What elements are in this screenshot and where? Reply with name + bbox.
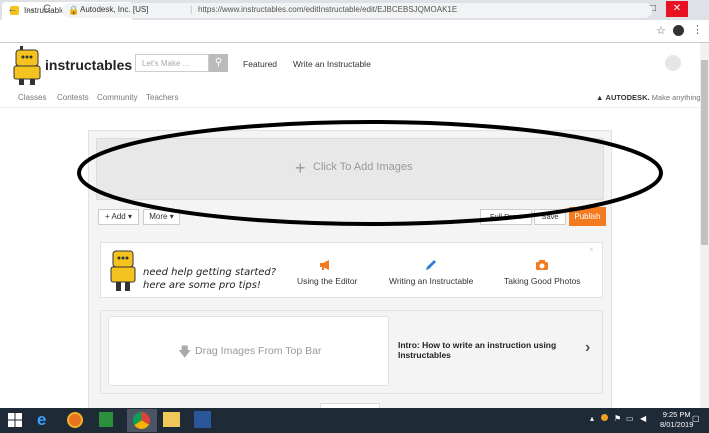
subnav-contests-link[interactable]: Contests bbox=[57, 93, 89, 102]
search-icon[interactable]: ⚲ bbox=[209, 54, 228, 72]
tip-using-editor-link[interactable]: Using the Editor bbox=[297, 276, 357, 286]
clock-date: 8/01/2019 bbox=[660, 420, 694, 429]
autodesk-logo-icon: ▲ bbox=[596, 93, 604, 102]
robot-mascot-icon bbox=[110, 250, 136, 291]
notifications-icon[interactable]: ▢ bbox=[692, 414, 700, 423]
chrome-icon[interactable] bbox=[133, 412, 150, 429]
arrow-down-icon: 🡇 bbox=[178, 344, 192, 359]
file-explorer-icon[interactable] bbox=[163, 412, 180, 427]
internet-explorer-icon[interactable]: e bbox=[37, 410, 46, 430]
tray-chevron-icon[interactable]: ▴ bbox=[590, 414, 594, 423]
menu-icon[interactable]: ⋮ bbox=[692, 23, 703, 36]
nav-featured-link[interactable]: Featured bbox=[243, 59, 277, 69]
profile-icon[interactable] bbox=[673, 25, 684, 36]
tips-heading-line1: need help getting started? bbox=[143, 267, 277, 278]
subnav-teachers-link[interactable]: Teachers bbox=[146, 93, 178, 102]
lock-icon: 🔒 bbox=[68, 5, 80, 15]
word-icon[interactable] bbox=[194, 411, 211, 428]
volume-icon[interactable]: ◀ bbox=[640, 414, 646, 423]
firefox-icon[interactable] bbox=[67, 412, 83, 428]
browser-toolbar bbox=[0, 20, 709, 43]
address-bar[interactable]: 🔒 Autodesk, Inc. [US] | https://www.inst… bbox=[62, 3, 652, 18]
window-close-button[interactable]: ✕ bbox=[666, 1, 688, 17]
subnav-community-link[interactable]: Community bbox=[97, 93, 137, 102]
url-organization: Autodesk, Inc. [US] bbox=[80, 5, 149, 14]
spreadsheet-app-icon[interactable] bbox=[99, 412, 113, 427]
header-divider bbox=[0, 107, 700, 108]
instructables-robot-logo[interactable] bbox=[12, 44, 42, 86]
drag-images-label: Drag Images From Top Bar bbox=[195, 345, 322, 357]
reload-icon[interactable]: C bbox=[43, 3, 51, 15]
subnav-classes-link[interactable]: Classes bbox=[18, 93, 46, 102]
url-text[interactable]: https://www.instructables.com/editInstru… bbox=[198, 5, 457, 14]
site-search-input[interactable]: Let's Make ... bbox=[135, 54, 209, 72]
user-avatar[interactable] bbox=[665, 55, 681, 71]
windows-start-icon[interactable] bbox=[8, 413, 22, 427]
nav-write-link[interactable]: Write an Instructable bbox=[293, 59, 371, 69]
site-logo-text[interactable]: instructables bbox=[45, 57, 132, 73]
bookmark-star-icon[interactable]: ☆ bbox=[656, 24, 666, 37]
scrollbar-thumb[interactable] bbox=[701, 60, 708, 245]
tips-close-icon[interactable]: × bbox=[589, 245, 594, 254]
network-icon[interactable]: ▭ bbox=[626, 414, 634, 423]
flag-icon[interactable]: ⚑ bbox=[614, 414, 621, 423]
tray-app-icon[interactable] bbox=[601, 414, 608, 421]
back-icon[interactable]: ← bbox=[7, 3, 18, 15]
pencil-icon[interactable] bbox=[424, 259, 438, 271]
step-title[interactable]: Intro: How to write an instruction using… bbox=[398, 340, 558, 360]
taskbar-clock[interactable]: 9:25 PM 8/01/2019 bbox=[660, 410, 693, 430]
chevron-right-icon[interactable]: › bbox=[585, 339, 590, 357]
camera-icon[interactable] bbox=[535, 259, 549, 271]
url-separator: | bbox=[190, 4, 193, 14]
tips-heading-line2: here are some pro tips! bbox=[143, 280, 261, 291]
tip-writing-instructable-link[interactable]: Writing an Instructable bbox=[389, 276, 473, 286]
tip-taking-photos-link[interactable]: Taking Good Photos bbox=[504, 276, 581, 286]
clock-time: 9:25 PM bbox=[662, 410, 691, 419]
megaphone-icon[interactable] bbox=[319, 259, 333, 271]
forward-icon[interactable]: → bbox=[25, 3, 36, 15]
autodesk-brand-name: AUTODESK. bbox=[605, 93, 650, 102]
autodesk-brand[interactable]: ▲ AUTODESK. Make anything. bbox=[596, 93, 703, 102]
autodesk-tagline: Make anything. bbox=[651, 93, 703, 102]
highlight-ellipse bbox=[77, 120, 663, 226]
